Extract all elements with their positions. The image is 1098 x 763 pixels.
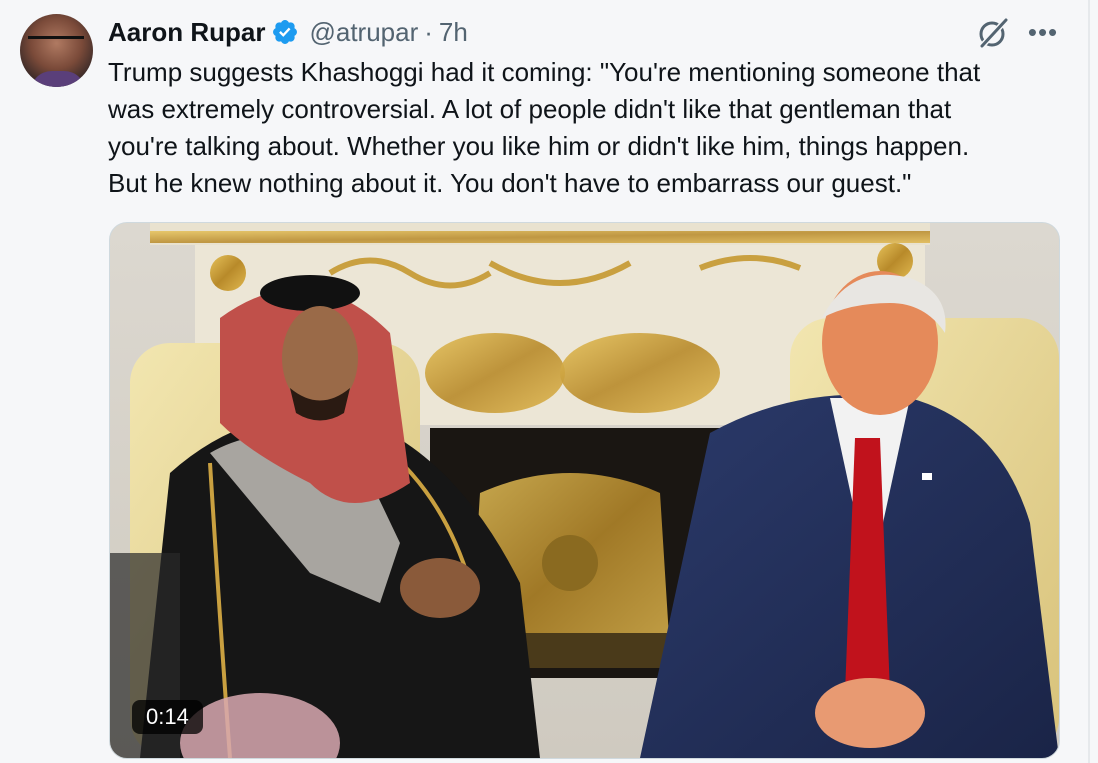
avatar-glasses [28,36,84,53]
avatar-shirt [30,71,86,87]
author-avatar[interactable] [20,14,93,87]
tweet-text: Trump suggests Khashoggi had it coming: … [108,54,1068,202]
verified-badge-icon[interactable] [271,18,299,46]
tweet-text-line: you're talking about. Whether you like h… [108,131,970,161]
timeline-border [1088,0,1090,763]
tweet-text-line: was extremely controversial. A lot of pe… [108,94,952,124]
author-handle[interactable]: @atrupar [309,17,418,48]
tweet-header: Aaron Rupar @atrupar · 7h [108,14,468,50]
more-options-icon[interactable]: ••• [1026,18,1060,46]
video-player[interactable]: 0:14 [109,222,1060,759]
header-separator: · [424,16,433,47]
video-duration: 0:14 [132,700,203,734]
author-display-name[interactable]: Aaron Rupar [108,17,265,48]
tweet-text-line: But he knew nothing about it. You don't … [108,168,912,198]
grok-icon[interactable] [976,16,1010,50]
video-frame [110,223,1059,758]
tweet-page: Aaron Rupar @atrupar · 7h ••• Trump sugg… [0,0,1098,763]
tweet-text-line: Trump suggests Khashoggi had it coming: … [108,57,981,87]
tweet-timestamp[interactable]: 7h [439,17,468,48]
